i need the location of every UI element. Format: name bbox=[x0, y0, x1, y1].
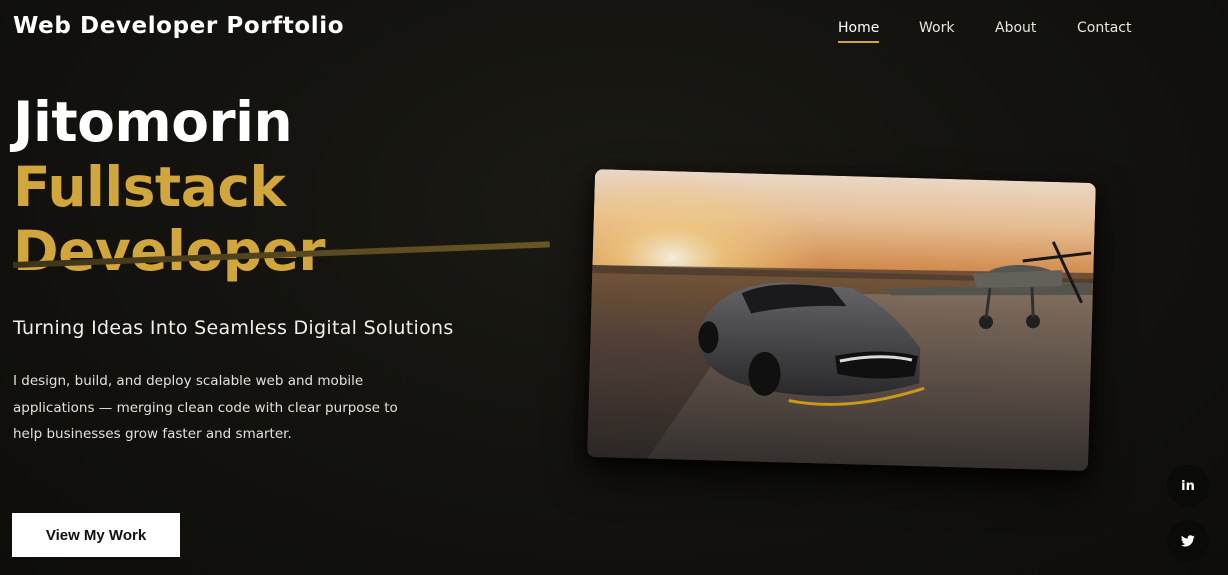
main-nav: Home Work About Contact bbox=[0, 20, 1228, 50]
hero-name: Jitomorin bbox=[13, 90, 293, 154]
twitter-icon bbox=[1181, 535, 1195, 547]
twitter-button[interactable] bbox=[1167, 520, 1209, 562]
hero-intro: I design, build, and deploy scalable web… bbox=[13, 373, 398, 443]
nav-contact[interactable]: Contact bbox=[1077, 20, 1131, 36]
nav-home-label: Home bbox=[838, 20, 880, 36]
view-work-button[interactable]: View My Work bbox=[12, 513, 180, 557]
nav-about-label: About bbox=[995, 20, 1037, 36]
nav-home[interactable]: Home bbox=[838, 20, 880, 43]
hero-image bbox=[587, 169, 1096, 471]
hero-tagline: Turning Ideas Into Seamless Digital Solu… bbox=[13, 317, 454, 339]
portfolio-page: Web Developer Porftolio Home Work About … bbox=[0, 0, 1228, 575]
car-plane-illustration bbox=[587, 169, 1096, 471]
nav-active-underline bbox=[838, 41, 880, 43]
nav-work[interactable]: Work bbox=[919, 20, 954, 36]
linkedin-button[interactable]: in bbox=[1167, 465, 1209, 507]
nav-about[interactable]: About bbox=[995, 20, 1036, 36]
nav-contact-label: Contact bbox=[1077, 20, 1132, 36]
nav-work-label: Work bbox=[919, 20, 955, 36]
linkedin-icon: in bbox=[1181, 478, 1195, 494]
